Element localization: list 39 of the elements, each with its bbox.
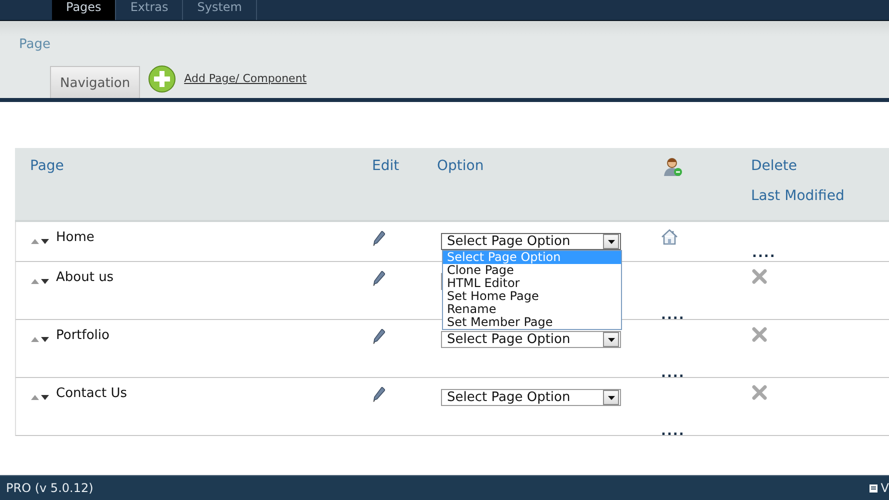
column-header: Edit: [372, 157, 400, 174]
page-title: Page: [19, 37, 52, 52]
pencil-icon[interactable]: [373, 271, 385, 286]
page-name: Portfolio: [56, 328, 110, 343]
top-tab[interactable]: Extras: [116, 0, 184, 20]
caret-icon: [608, 240, 614, 244]
caret-icon: [608, 338, 614, 342]
top-tab[interactable]: System: [183, 0, 257, 20]
last-modified-text: ....: [661, 424, 686, 439]
last-modified-text: ....: [661, 308, 686, 323]
top-tab[interactable]: Pages: [52, 0, 116, 20]
last-modified-text: ....: [752, 246, 777, 261]
page-option-select[interactable]: Select Page Option: [441, 233, 621, 250]
sort-arrows-icon[interactable]: [31, 336, 50, 342]
caret-icon: [608, 396, 614, 400]
note-icon: [868, 484, 878, 492]
page-name: Home: [56, 230, 94, 245]
footer-text: V: [880, 481, 889, 495]
navigation-tab[interactable]: Navigation: [50, 66, 140, 98]
pencil-icon[interactable]: [373, 329, 385, 344]
pencil-icon[interactable]: [373, 231, 385, 246]
column-header: Page: [30, 157, 65, 174]
version-text: PRO (v 5.0.12): [6, 481, 94, 495]
page-option-select[interactable]: Select Page Option: [441, 389, 621, 406]
column-header: Option: [437, 157, 485, 174]
sort-arrows-icon[interactable]: [31, 238, 50, 244]
house-icon[interactable]: [661, 229, 678, 245]
column-header: Last Modified: [751, 188, 846, 204]
sort-arrows-icon[interactable]: [31, 394, 50, 400]
sort-arrows-icon[interactable]: [31, 278, 50, 284]
page-name: Contact Us: [56, 386, 127, 401]
page-option-select[interactable]: Select Page Option: [441, 331, 621, 348]
last-modified-text: ....: [661, 366, 686, 381]
pencil-icon[interactable]: [373, 387, 385, 402]
add-icon[interactable]: [148, 65, 176, 93]
add-page-link[interactable]: Add Page/ Component: [184, 72, 307, 85]
user-minus-icon: [664, 157, 682, 177]
page-name: About us: [56, 270, 114, 285]
column-header: Delete: [751, 157, 798, 174]
